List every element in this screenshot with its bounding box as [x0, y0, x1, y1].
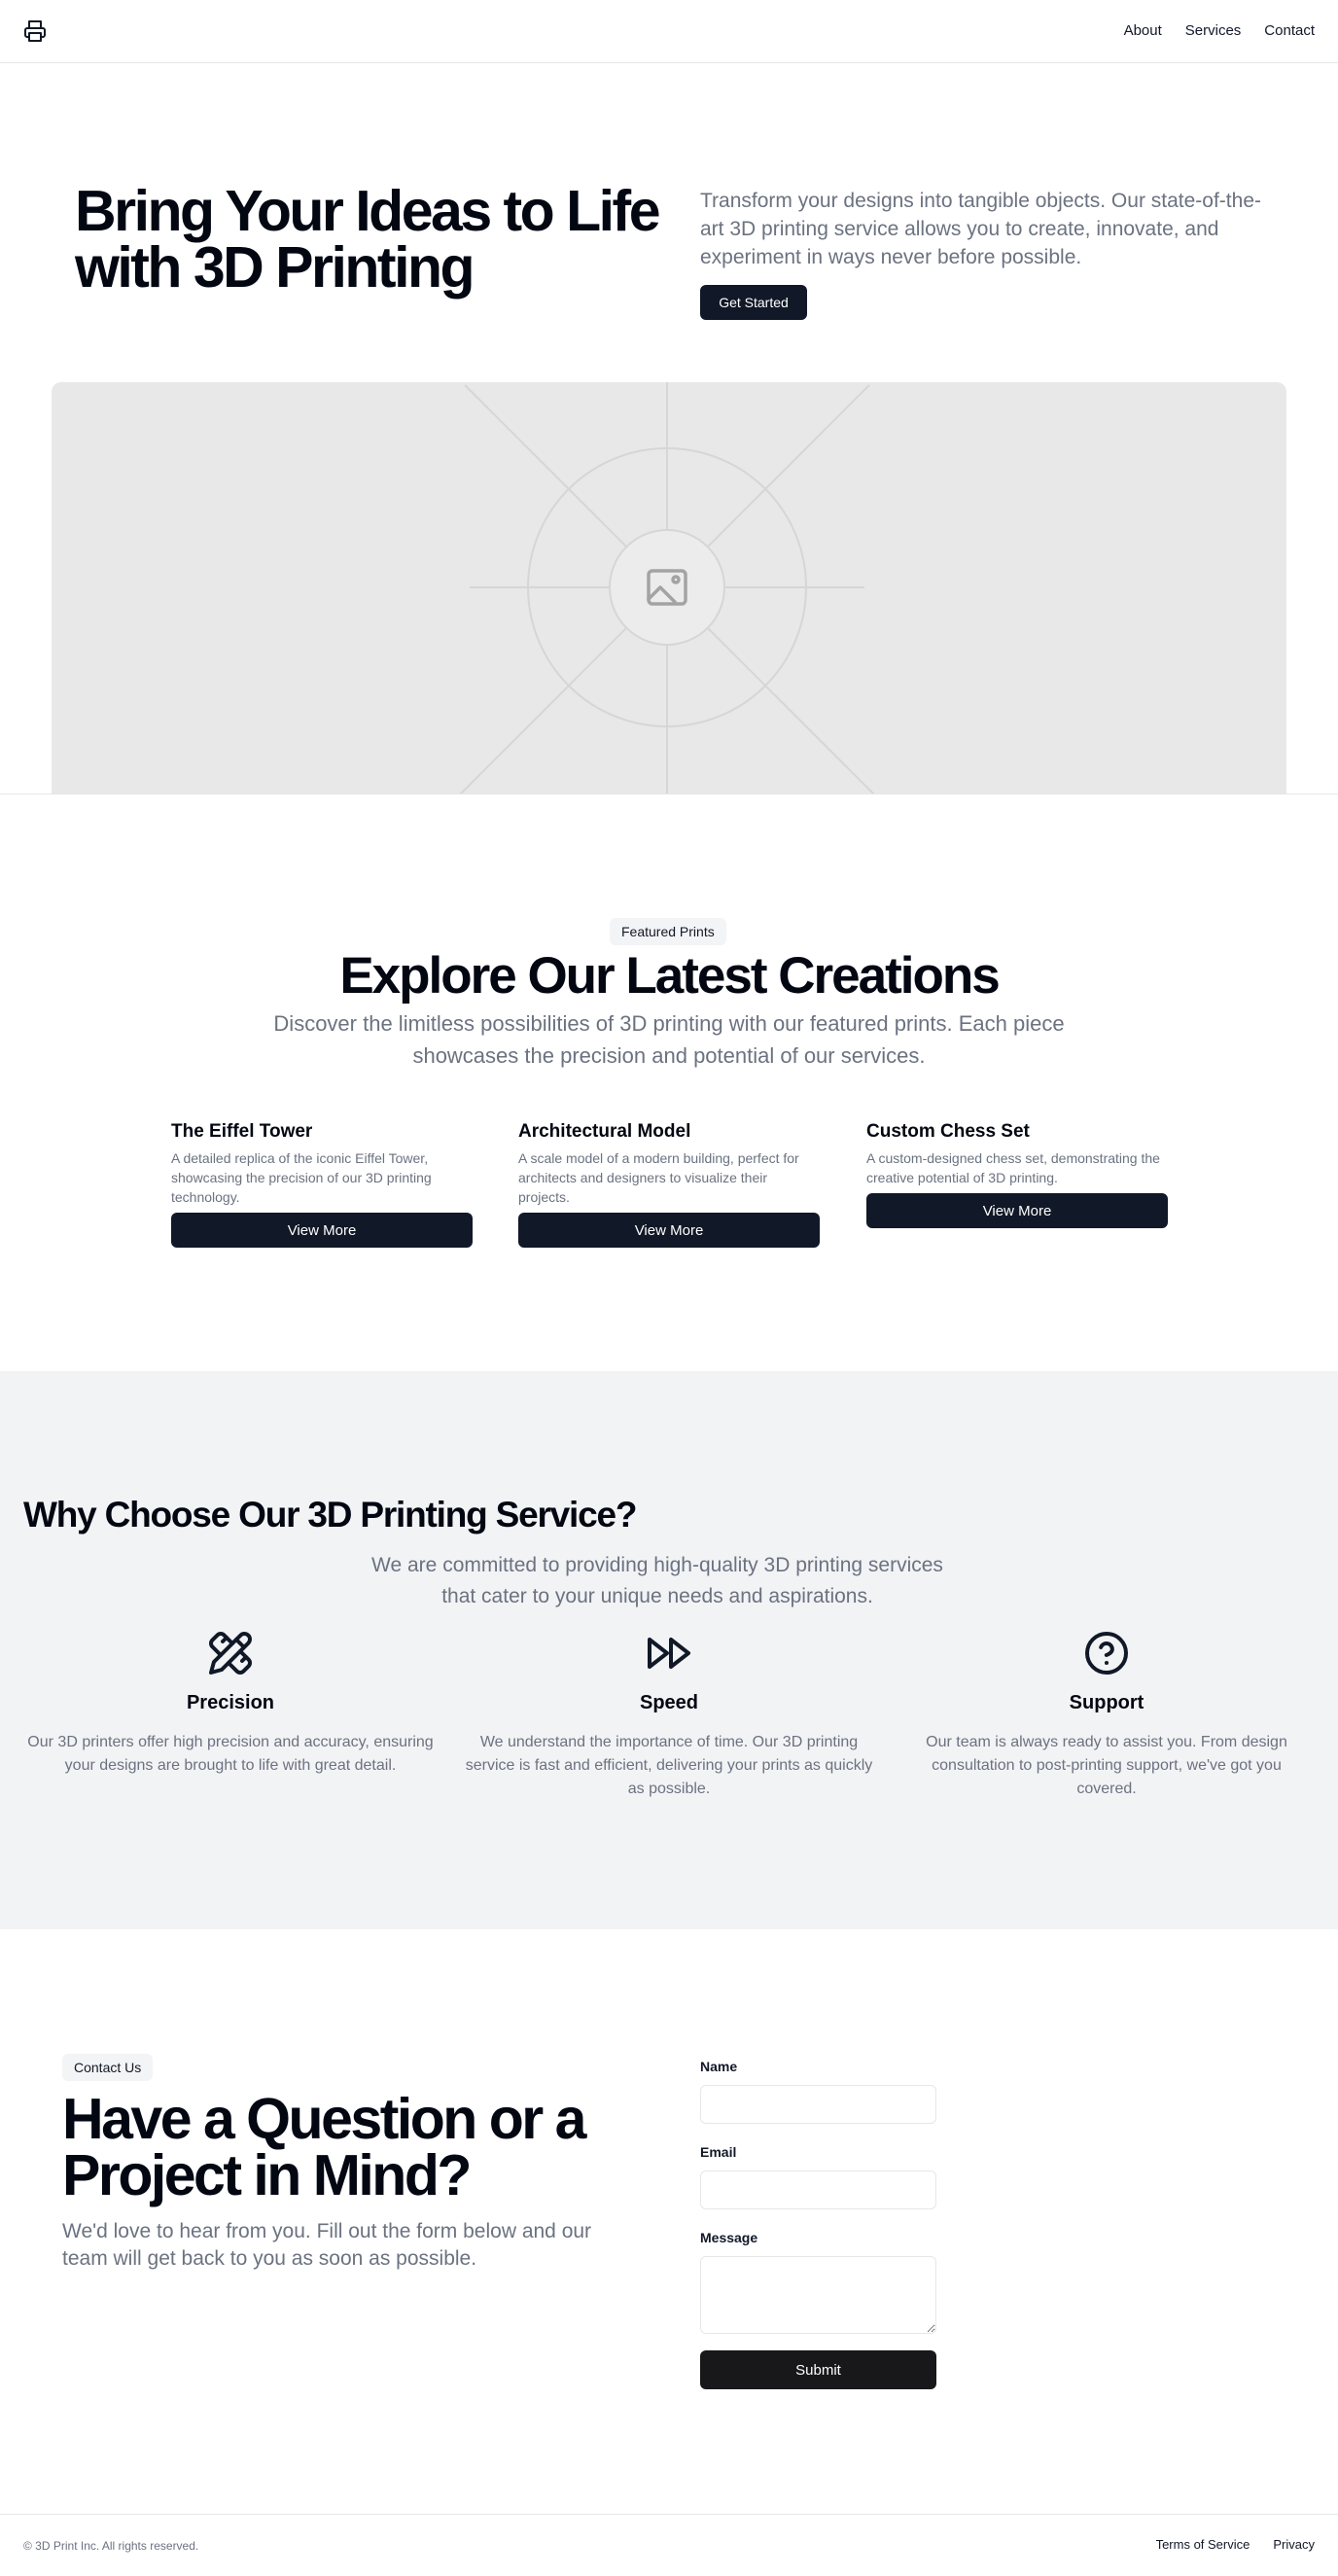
feature-title: Speed — [639, 1692, 699, 1713]
featured-title: Explore Our Latest Creations — [339, 947, 1000, 1005]
why-description: We are committed to providing high-quali… — [371, 1554, 943, 1607]
feature-support: Support Our team is always ready to assi… — [902, 1630, 1311, 1801]
contact-badge: Contact Us — [62, 2054, 154, 2081]
nav-contact-link[interactable]: Contact — [1264, 21, 1315, 41]
hero-description: Transform your designs into tangible obj… — [700, 190, 1261, 268]
image-placeholder-icon — [647, 569, 687, 606]
help-circle-icon — [1085, 1632, 1128, 1675]
hero-image-placeholder — [52, 382, 1286, 794]
feature-speed: Speed We understand the importance of ti… — [465, 1630, 873, 1801]
footer-divider — [0, 2514, 1338, 2515]
feature-title: Precision — [186, 1692, 275, 1713]
view-more-button[interactable]: View More — [866, 1193, 1168, 1228]
pencil-ruler-icon — [209, 1632, 253, 1676]
view-more-button[interactable]: View More — [171, 1213, 473, 1248]
get-started-button[interactable]: Get Started — [700, 285, 807, 320]
feature-text: Our 3D printers offer high precision and… — [27, 1734, 434, 1774]
privacy-link[interactable]: Privacy — [1273, 2537, 1315, 2553]
hero-title: Bring Your Ideas to Life with 3D Printin… — [75, 179, 661, 300]
message-textarea[interactable] — [700, 2256, 936, 2334]
card-description: A custom-designed chess set, demonstrati… — [866, 1150, 1160, 1185]
feature-text: We understand the importance of time. Ou… — [465, 1734, 873, 1797]
view-more-button[interactable]: View More — [518, 1213, 820, 1248]
submit-button[interactable]: Submit — [700, 2350, 936, 2389]
featured-description: Discover the limitless possibilities of … — [273, 1011, 1065, 1068]
name-label: Name — [700, 2059, 738, 2074]
card-description: A detailed replica of the iconic Eiffel … — [171, 1150, 432, 1205]
feature-title: Support — [1069, 1692, 1144, 1713]
name-input[interactable] — [700, 2085, 936, 2124]
feature-precision: Precision Our 3D printers offer high pre… — [26, 1630, 435, 1778]
why-title: Why Choose Our 3D Printing Service? — [23, 1495, 637, 1535]
contact-description: We'd love to hear from you. Fill out the… — [62, 2220, 592, 2270]
nav-about-link[interactable]: About — [1124, 21, 1162, 41]
email-input[interactable] — [700, 2170, 936, 2209]
feature-text: Our team is always ready to assist you. … — [926, 1734, 1287, 1797]
card-architectural-model: Architectural Model A scale model of a m… — [518, 1119, 820, 1248]
card-custom-chess-set: Custom Chess Set A custom-designed chess… — [866, 1119, 1168, 1228]
card-title: The Eiffel Tower — [171, 1121, 313, 1142]
card-eiffel-tower: The Eiffel Tower A detailed replica of t… — [171, 1119, 473, 1248]
card-title: Architectural Model — [518, 1121, 691, 1142]
featured-badge: Featured Prints — [610, 918, 726, 945]
message-label: Message — [700, 2230, 758, 2245]
site-header: About Services Contact — [0, 0, 1338, 63]
card-title: Custom Chess Set — [866, 1121, 1030, 1142]
nav-services-link[interactable]: Services — [1185, 21, 1242, 41]
main-nav: About Services Contact — [1124, 21, 1315, 41]
card-description: A scale model of a modern building, perf… — [518, 1150, 799, 1205]
terms-link[interactable]: Terms of Service — [1156, 2537, 1250, 2553]
footer-nav: Terms of Service Privacy — [1156, 2537, 1315, 2553]
contact-title: Have a Question or a Project in Mind? — [62, 2087, 586, 2207]
fast-forward-icon — [648, 1638, 690, 1669]
copyright-text: © 3D Print Inc. All rights reserved. — [23, 2539, 199, 2553]
printer-icon[interactable] — [23, 19, 47, 43]
email-label: Email — [700, 2144, 737, 2160]
